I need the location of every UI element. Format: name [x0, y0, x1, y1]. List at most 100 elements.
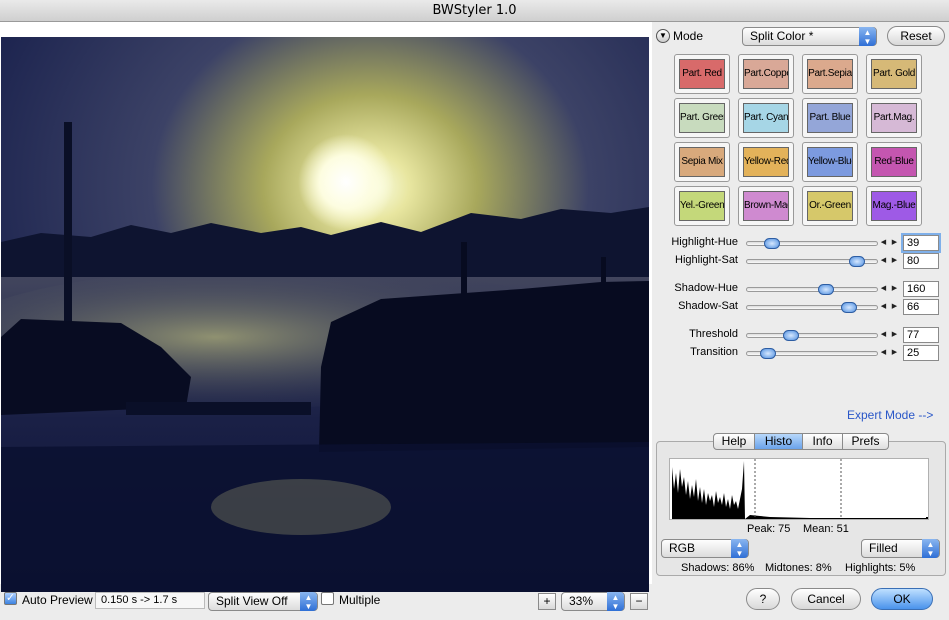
preset-label: Yellow-Red [743, 147, 789, 177]
increment-arrow-icon[interactable]: ▶ [890, 237, 899, 248]
slider-value-field[interactable]: 39 [903, 235, 939, 251]
mode-select[interactable]: Split Color * ▲ ▼ [742, 27, 877, 46]
multiple-checkbox[interactable] [321, 592, 334, 605]
slider-value-field[interactable]: 160 [903, 281, 939, 297]
settings-panel: ▼ Mode Split Color * ▲ ▼ Reset Part. Red P… [652, 22, 949, 584]
split-view-select[interactable]: Split View Off ▲ ▼ [208, 592, 318, 611]
mean-value: Mean: 51 [803, 523, 849, 535]
preset-label: Part. Cyan [743, 103, 789, 133]
preset-label: Or.-Green [807, 191, 853, 221]
preset-swatch[interactable]: Part.Mag. [866, 98, 922, 138]
decrement-arrow-icon[interactable]: ◀ [879, 347, 888, 358]
slider-track[interactable] [746, 330, 878, 341]
highlights-value: Highlights: 5% [845, 562, 916, 574]
channel-select-value: RGB [669, 541, 696, 555]
cancel-button[interactable]: Cancel [791, 588, 861, 610]
slider-row: Threshold ◀ ▶ 77 [652, 327, 946, 343]
preset-label: Part.Sepia [807, 59, 853, 89]
slider-label: Threshold [689, 328, 738, 340]
slider-track[interactable] [746, 302, 878, 313]
preset-label: Part. Blue [807, 103, 853, 133]
preset-swatch[interactable]: Part. Blue [802, 98, 858, 138]
expert-mode-link[interactable]: Expert Mode --> [847, 408, 933, 422]
preset-swatch[interactable]: Part. Red [674, 54, 730, 94]
channel-select[interactable]: RGB ▲ ▼ [661, 539, 749, 558]
preset-swatch[interactable]: Red-Blue [866, 142, 922, 182]
preset-swatch[interactable]: Sepia Mix [674, 142, 730, 182]
preset-swatch[interactable]: Yel.-Green [674, 186, 730, 226]
preset-swatch[interactable]: Yellow-Blue [802, 142, 858, 182]
preset-label: Yel.-Green [679, 191, 725, 221]
slider-label: Shadow-Sat [678, 300, 738, 312]
histogram-style-select[interactable]: Filled ▲ ▼ [861, 539, 940, 558]
slider-label: Transition [690, 346, 738, 358]
slider-track[interactable] [746, 348, 878, 359]
preset-label: Part. Green [679, 103, 725, 133]
preview-image[interactable] [1, 37, 649, 592]
tab-info[interactable]: Info [803, 433, 843, 450]
tab-prefs[interactable]: Prefs [843, 433, 889, 450]
auto-preview-checkbox[interactable]: ✓ [4, 592, 17, 605]
slider-label: Highlight-Hue [671, 236, 738, 248]
slider-thumb[interactable] [764, 238, 781, 249]
increment-arrow-icon[interactable]: ▶ [890, 347, 899, 358]
slider-track[interactable] [746, 256, 878, 267]
slider-value-field[interactable]: 25 [903, 345, 939, 361]
slider-value-field[interactable]: 80 [903, 253, 939, 269]
histogram-chart [669, 458, 929, 520]
slider-row: Highlight-Hue ◀ ▶ 39 [652, 235, 946, 251]
zoom-in-button[interactable]: + [538, 593, 556, 610]
slider-label: Shadow-Hue [674, 282, 738, 294]
peak-value: Peak: 75 [747, 523, 791, 535]
preset-swatch[interactable]: Mag.-Blue [866, 186, 922, 226]
zoom-select[interactable]: 33% ▲ ▼ [561, 592, 625, 611]
zoom-out-button[interactable]: − [630, 593, 648, 610]
increment-arrow-icon[interactable]: ▶ [890, 255, 899, 266]
reset-button[interactable]: Reset [887, 26, 945, 46]
slider-row: Shadow-Hue ◀ ▶ 160 [652, 281, 946, 297]
preset-label: Part.Copper [743, 59, 789, 89]
preset-swatch[interactable]: Part.Copper [738, 54, 794, 94]
tab-help[interactable]: Help [713, 433, 755, 450]
slider-row: Shadow-Sat ◀ ▶ 66 [652, 299, 946, 315]
decrement-arrow-icon[interactable]: ◀ [879, 301, 888, 312]
slider-row: Transition ◀ ▶ 25 [652, 345, 946, 361]
decrement-arrow-icon[interactable]: ◀ [879, 283, 888, 294]
slider-track[interactable] [746, 284, 878, 295]
slider-thumb[interactable] [848, 256, 865, 267]
slider-thumb[interactable] [840, 302, 857, 313]
slider-thumb[interactable] [818, 284, 835, 295]
increment-arrow-icon[interactable]: ▶ [890, 283, 899, 294]
window-title: BWStyler 1.0 [0, 0, 949, 22]
help-button[interactable]: ? [746, 588, 780, 610]
decrement-arrow-icon[interactable]: ◀ [879, 237, 888, 248]
timing-display: 0.150 s -> 1.7 s [95, 592, 205, 609]
ok-button[interactable]: OK [871, 588, 933, 610]
preset-label: Sepia Mix [679, 147, 725, 177]
bottom-toolbar: ✓ Auto Preview 0.150 s -> 1.7 s Split Vi… [0, 584, 949, 620]
preset-swatch[interactable]: Part. Green [674, 98, 730, 138]
preview-area [0, 22, 652, 592]
increment-arrow-icon[interactable]: ▶ [890, 301, 899, 312]
preset-swatch[interactable]: Part. Gold [866, 54, 922, 94]
preset-swatch[interactable]: Brown-Mag. [738, 186, 794, 226]
mode-label: Mode [673, 29, 704, 43]
preset-label: Mag.-Blue [871, 191, 917, 221]
decrement-arrow-icon[interactable]: ◀ [879, 329, 888, 340]
decrement-arrow-icon[interactable]: ◀ [879, 255, 888, 266]
multiple-label: Multiple [339, 593, 381, 607]
slider-thumb[interactable] [760, 348, 777, 359]
slider-track[interactable] [746, 238, 878, 249]
increment-arrow-icon[interactable]: ▶ [890, 329, 899, 340]
preset-swatch[interactable]: Part.Sepia [802, 54, 858, 94]
slider-value-field[interactable]: 77 [903, 327, 939, 343]
preset-swatch[interactable]: Part. Cyan [738, 98, 794, 138]
slider-value-field[interactable]: 66 [903, 299, 939, 315]
preset-label: Yellow-Blue [807, 147, 853, 177]
mode-disclosure-icon[interactable]: ▼ [656, 29, 670, 43]
preset-swatch[interactable]: Or.-Green [802, 186, 858, 226]
slider-thumb[interactable] [782, 330, 799, 341]
tab-histo[interactable]: Histo [755, 433, 803, 450]
tab-bar: Help Histo Info Prefs [713, 433, 889, 451]
preset-swatch[interactable]: Yellow-Red [738, 142, 794, 182]
